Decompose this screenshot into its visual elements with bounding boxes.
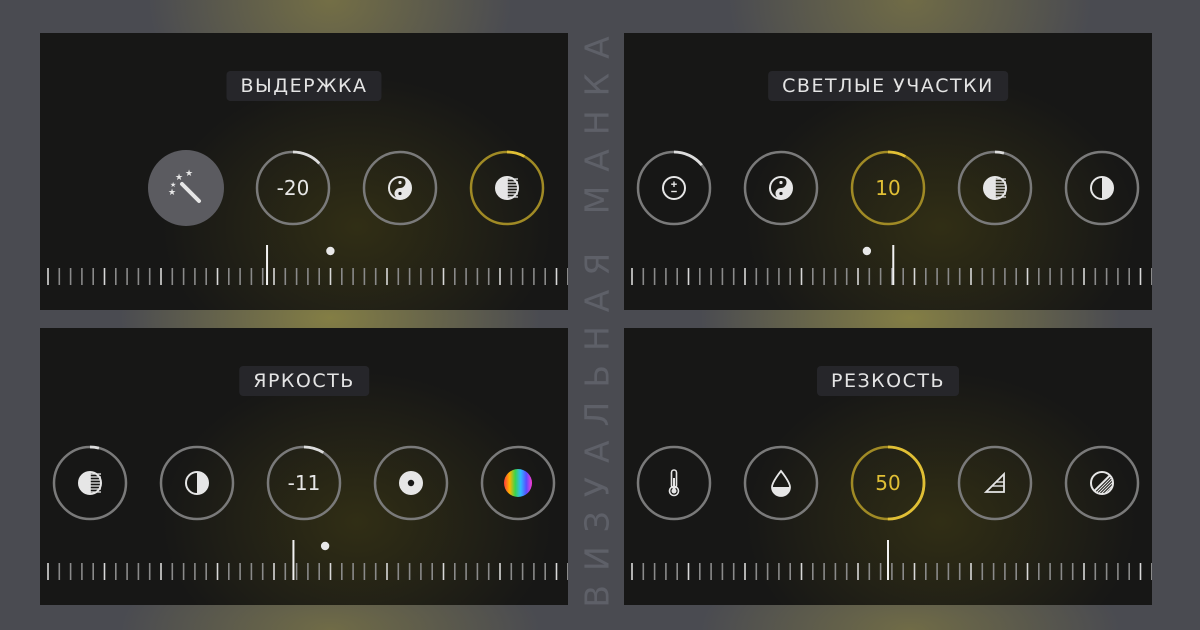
highlights-panel: СВЕТЛЫЕ УЧАСТКИ 10 [624,33,1152,310]
exposure-panel: ВЫДЕРЖКА ★ ★ ★ ★ -20 [40,33,568,310]
watermark-text: ВИЗУАЛЬНАЯ МАНКА [577,22,617,608]
brightness-panel: ЯРКОСТЬ -11 [40,328,568,605]
adjustment-slider[interactable] [40,33,568,310]
adjustment-slider[interactable] [624,328,1152,605]
slider-default-marker [320,541,330,551]
slider-default-marker [862,246,872,256]
adjustment-slider[interactable] [40,328,568,605]
sharpness-panel: РЕЗКОСТЬ 50 [624,328,1152,605]
slider-default-marker [326,246,335,256]
adjustment-slider[interactable] [624,33,1152,310]
